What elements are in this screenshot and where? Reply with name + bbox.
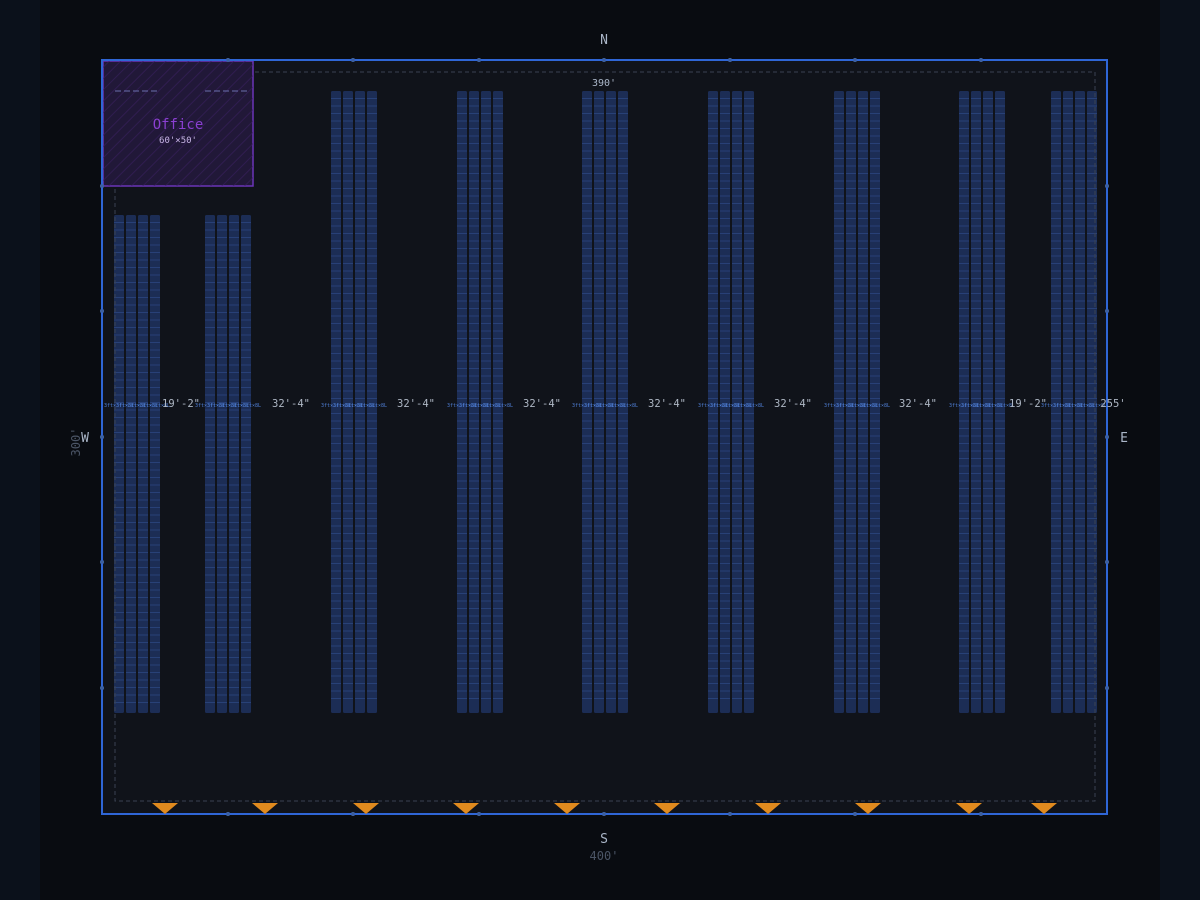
wall-tick	[100, 435, 104, 439]
rack-column	[367, 91, 377, 713]
wall-tick	[477, 812, 481, 816]
aisle-spacing-label: 19'-2"	[1009, 398, 1047, 410]
aisle-spacing-label: 32'-4"	[523, 398, 561, 410]
floor-plan: 3ft×3ft×8L 3ft×3ft×8L 3ft×3ft×8L 3ft×3ft×8L…	[69, 33, 1128, 863]
rack-column	[1075, 91, 1085, 713]
wall-tick	[100, 560, 104, 564]
wall-tick	[1105, 686, 1109, 690]
wall-tick	[1105, 184, 1109, 188]
rack-column	[493, 91, 503, 713]
wall-tick	[853, 58, 857, 62]
office-label: Office	[153, 117, 204, 133]
rack-column	[1063, 91, 1073, 713]
wall-tick	[100, 686, 104, 690]
wall-tick	[853, 812, 857, 816]
wall-tick	[351, 812, 355, 816]
rack-column	[732, 91, 742, 713]
rack-column	[995, 91, 1005, 713]
rack-column	[469, 91, 479, 713]
rack-column	[858, 91, 868, 713]
rack-column	[708, 91, 718, 713]
wall-tick	[100, 184, 104, 188]
office-area[interactable]: Office 60'×50'	[102, 60, 254, 187]
office-size: 60'×50'	[159, 136, 197, 146]
compass-east: E	[1120, 431, 1128, 446]
wall-tick	[1105, 560, 1109, 564]
warehouse-layout-canvas: 3ft×3ft×8L 3ft×3ft×8L 3ft×3ft×8L 3ft×3ft×8L…	[0, 0, 1200, 900]
rack-tag-label: 3ft×3ft×8L	[608, 403, 638, 409]
aisle-spacing-label: 32'-4"	[648, 398, 686, 410]
rack-column	[618, 91, 628, 713]
rack-column	[870, 91, 880, 713]
rack-column	[343, 91, 353, 713]
rack-column	[846, 91, 856, 713]
rack-column	[971, 91, 981, 713]
rack-column	[606, 91, 616, 713]
wall-tick	[728, 812, 732, 816]
rack-column	[481, 91, 491, 713]
wall-tick	[100, 309, 104, 313]
wall-tick	[979, 58, 983, 62]
rack-column	[457, 91, 467, 713]
rack-column	[355, 91, 365, 713]
rack-column	[959, 91, 969, 713]
rack-column	[1051, 91, 1061, 713]
aisle-spacing-label: 32'-4"	[272, 398, 310, 410]
rack-tag-label: 3ft×3ft×8L	[860, 403, 890, 409]
wall-tick	[477, 58, 481, 62]
wall-tick	[351, 58, 355, 62]
wall-tick	[1105, 435, 1109, 439]
rack-column	[834, 91, 844, 713]
aisle-spacing-label: 32'-4"	[774, 398, 812, 410]
aisle-spacing-label: 32'-4"	[397, 398, 435, 410]
wall-tick	[602, 58, 606, 62]
rack-column	[744, 91, 754, 713]
compass-north: N	[600, 33, 608, 48]
rack-column	[983, 91, 993, 713]
compass-west: W	[81, 431, 89, 446]
width-dimension-label: 400'	[590, 849, 619, 863]
rack-tag-label: 3ft×3ft×8L	[483, 403, 513, 409]
rack-tag-label: 3ft×3ft×8L	[734, 403, 764, 409]
rack-tag-label: 3ft×3ft×8L	[357, 403, 387, 409]
rack-column	[331, 91, 341, 713]
rack-column	[720, 91, 730, 713]
wall-tick	[1105, 309, 1109, 313]
rack-column	[594, 91, 604, 713]
aisle-spacing-label: 19'-2"	[162, 398, 200, 410]
wall-tick	[226, 58, 230, 62]
wall-tick	[728, 58, 732, 62]
right-clearance-label: 255'	[1100, 398, 1125, 410]
wall-tick	[226, 812, 230, 816]
wall-tick	[979, 812, 983, 816]
compass-south: S	[600, 832, 608, 847]
rack-column	[582, 91, 592, 713]
wall-tick	[602, 812, 606, 816]
rack-tag-label: 3ft×3ft×8L	[231, 403, 261, 409]
inner-width-label: 390'	[592, 78, 616, 89]
aisle-spacing-label: 32'-4"	[899, 398, 937, 410]
